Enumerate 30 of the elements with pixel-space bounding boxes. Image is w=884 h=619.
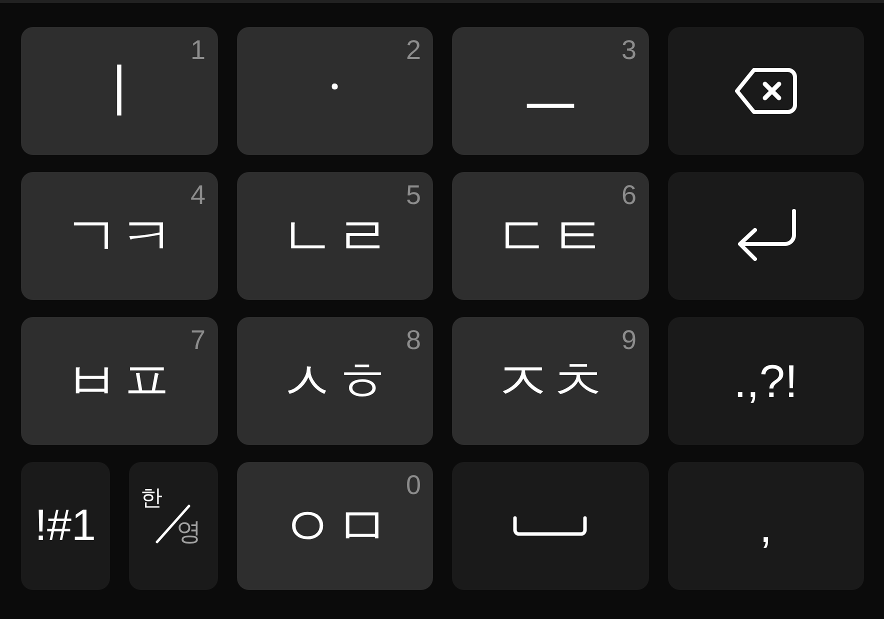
space-icon	[513, 516, 588, 536]
number-hint: 7	[190, 327, 206, 354]
number-hint: 8	[406, 327, 421, 354]
number-hint: 4	[190, 182, 206, 209]
number-hint: 2	[406, 37, 421, 64]
consonant-key[interactable]: ㅂㅍ 7	[21, 317, 218, 445]
number-hint: 3	[621, 37, 636, 64]
consonant-key[interactable]: ㄷㅌ 6	[452, 172, 648, 300]
enter-key[interactable]	[668, 172, 864, 300]
vowel-key[interactable]: ㆍ 2	[236, 27, 433, 155]
consonant-key[interactable]: ㅈㅊ 9	[452, 317, 648, 445]
punctuation-key[interactable]: .,?!	[668, 317, 864, 445]
symbols-mode-key[interactable]: !#1	[21, 462, 110, 590]
number-hint: 5	[406, 182, 421, 209]
number-hint: 6	[621, 182, 636, 209]
vowel-key[interactable]: ㅣ 1	[21, 27, 218, 155]
consonant-key[interactable]: ㅇㅁ 0	[236, 462, 433, 590]
vowel-key[interactable]: ㅡ 3	[452, 27, 648, 155]
consonant-key[interactable]: ㄴㄹ 5	[236, 172, 433, 300]
korean-label: 한	[140, 488, 163, 510]
number-hint: 9	[621, 327, 636, 354]
backspace-icon	[734, 67, 798, 115]
consonant-key[interactable]: ㅅㅎ 8	[236, 317, 433, 445]
number-hint: 1	[190, 37, 206, 64]
backspace-key[interactable]	[668, 27, 864, 155]
punctuation-key[interactable]: ,	[668, 462, 864, 590]
english-label: 영	[176, 519, 202, 544]
consonant-key[interactable]: ㄱㅋ 4	[21, 172, 218, 300]
number-hint: 0	[406, 472, 421, 499]
language-switch-key[interactable]: 한 영	[128, 462, 218, 590]
